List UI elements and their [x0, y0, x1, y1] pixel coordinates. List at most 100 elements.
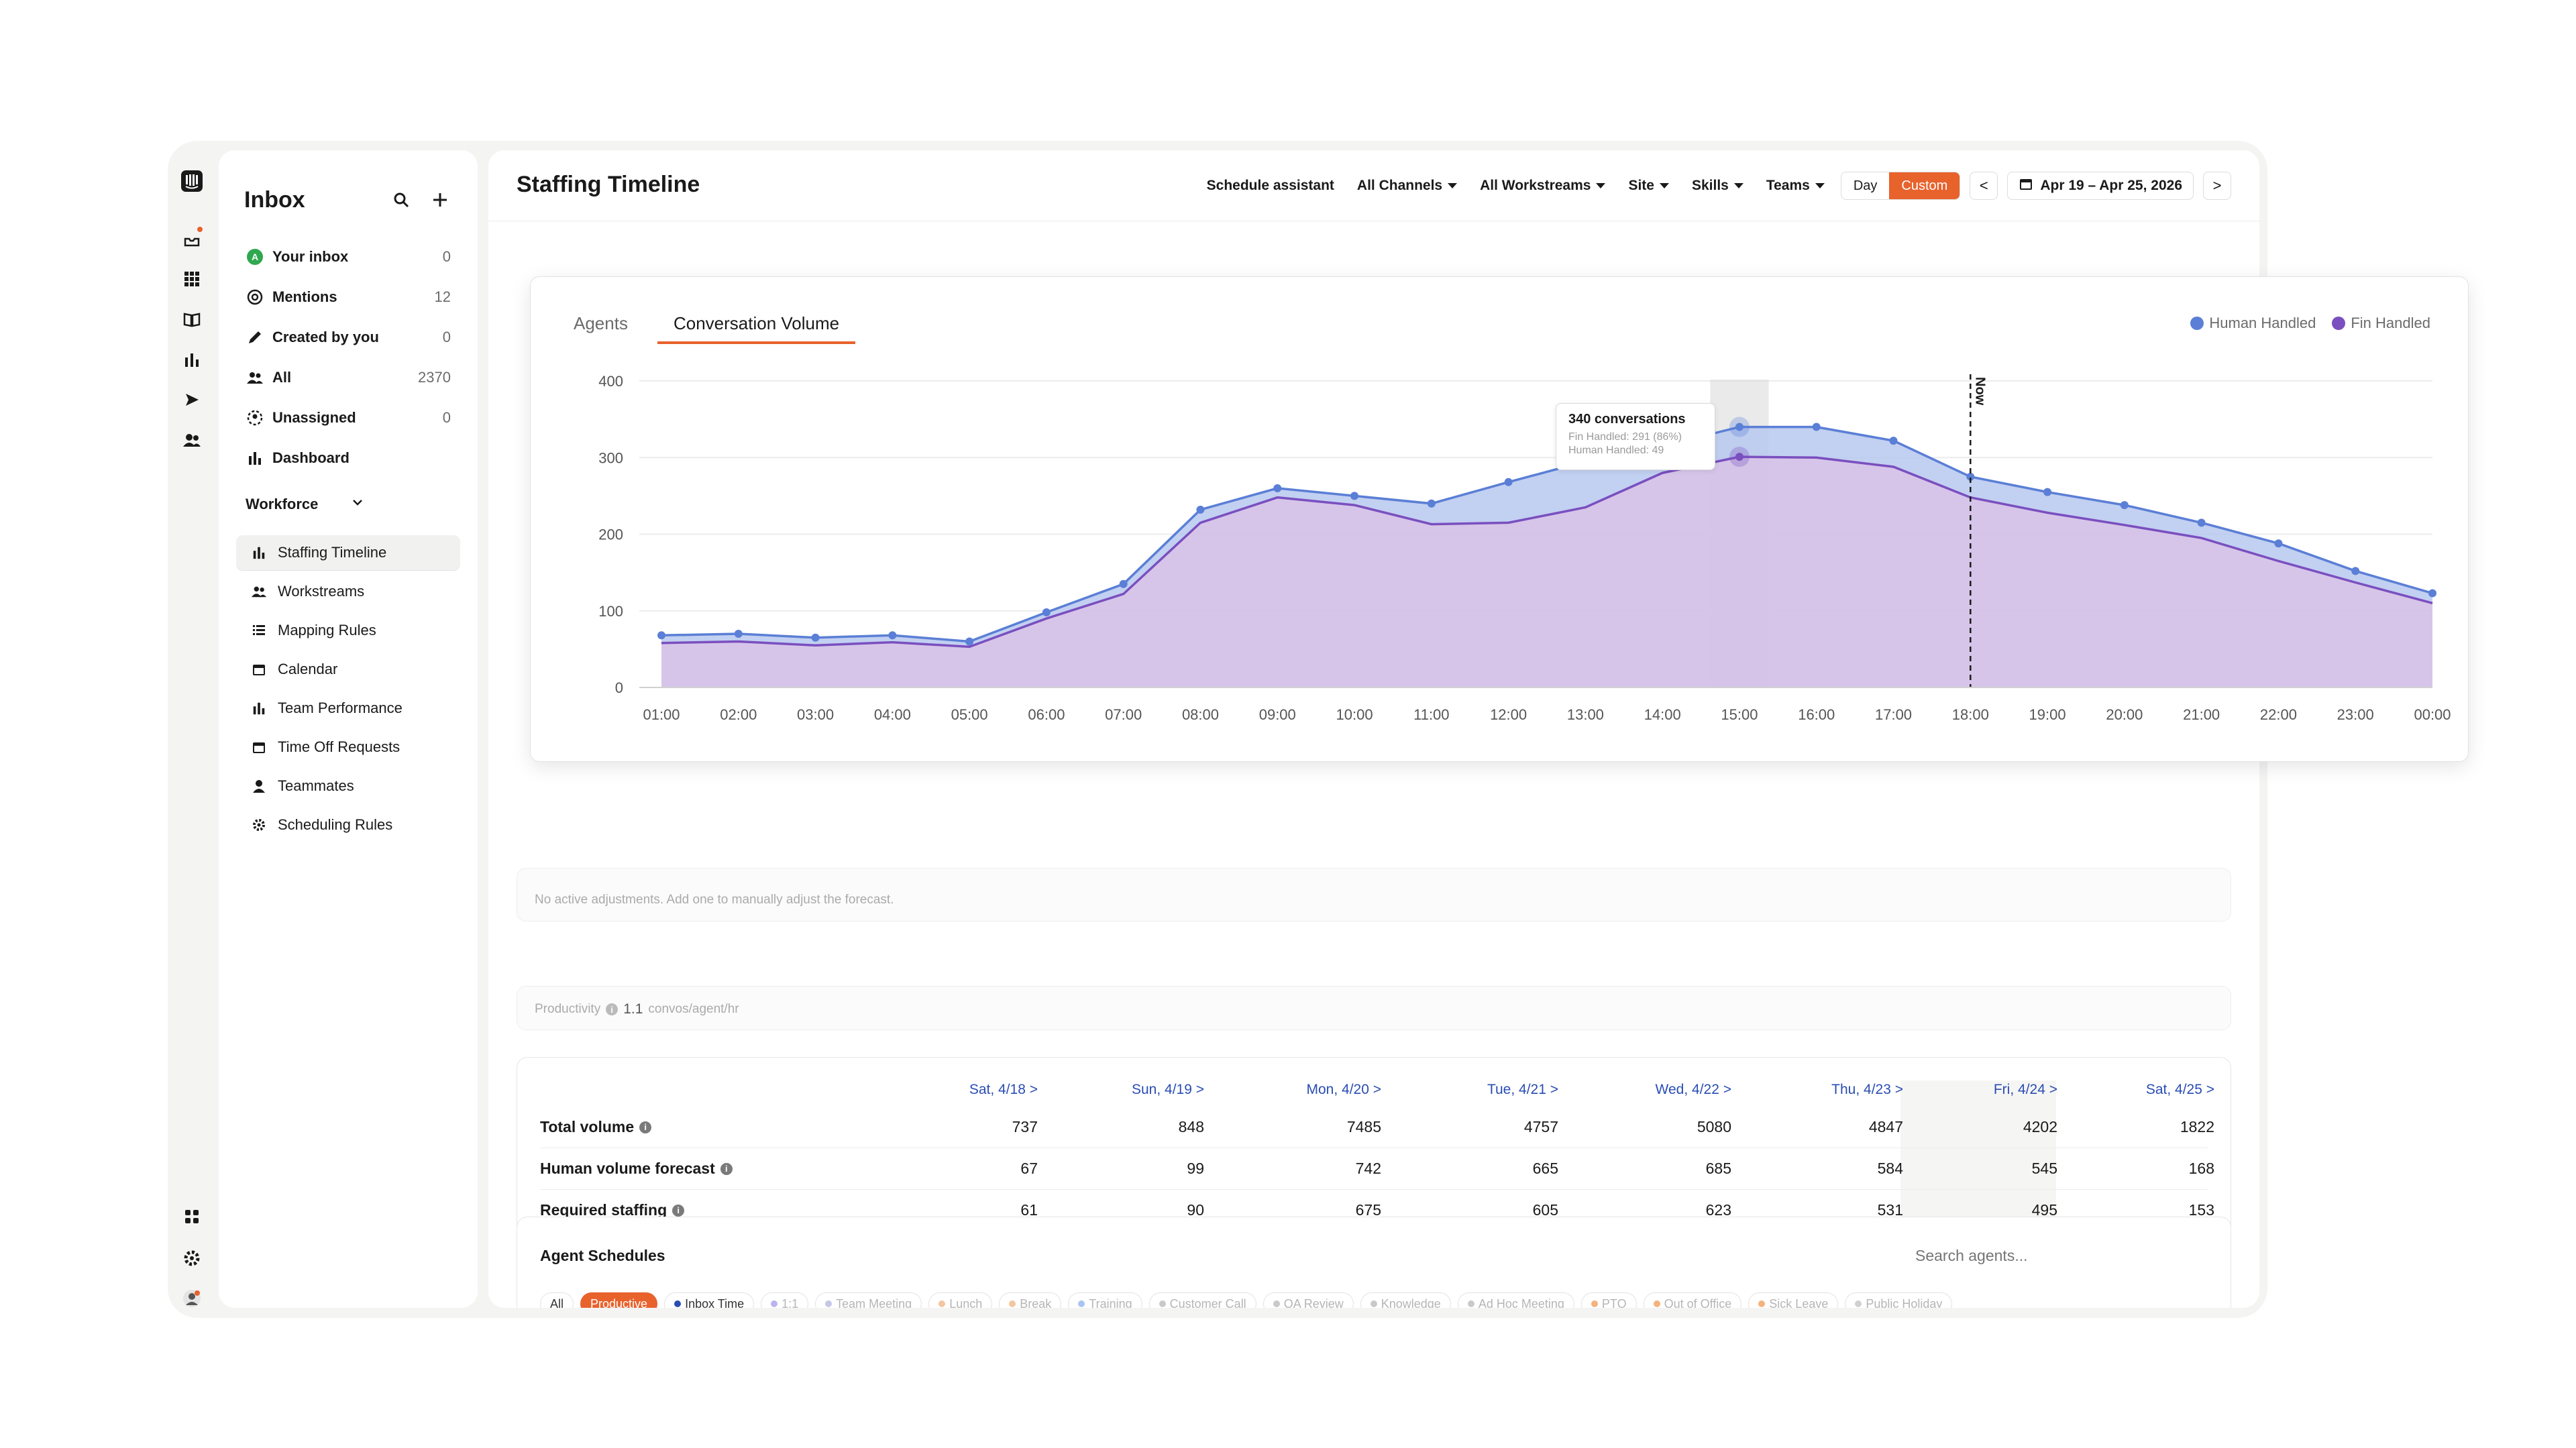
channels-filter[interactable]: All Channels	[1350, 171, 1464, 201]
human-point	[965, 637, 974, 646]
human-point	[1427, 499, 1436, 508]
row-label-text: Total volume	[540, 1118, 635, 1135]
column-header[interactable]: Sat, 4/18 >	[904, 1082, 1038, 1098]
filter-chip[interactable]: All	[540, 1292, 574, 1308]
filter-chip[interactable]: Sick Leave	[1748, 1292, 1839, 1308]
calendar-icon	[2019, 176, 2033, 195]
filter-chip[interactable]: PTO	[1580, 1292, 1637, 1308]
column-header[interactable]: Fri, 4/24 >	[1923, 1082, 2057, 1098]
productivity-unit: convos/agent/hr	[648, 1002, 739, 1016]
sidebar-item-teammates[interactable]: Teammates	[236, 769, 460, 803]
profile-avatar-icon[interactable]	[177, 1284, 207, 1313]
sidebar-item-calendar[interactable]: Calendar	[236, 652, 460, 687]
column-header[interactable]: Mon, 4/20 >	[1247, 1082, 1382, 1098]
sidebar-item-unassigned[interactable]: Unassigned 0	[236, 400, 460, 436]
inbox-icon[interactable]	[177, 224, 207, 254]
sidebar-item-count: 0	[442, 409, 451, 426]
filter-chip[interactable]: Ad Hoc Meeting	[1457, 1292, 1574, 1308]
sidebar-item-workstreams[interactable]: Workstreams	[236, 574, 460, 609]
site-filter[interactable]: Site	[1621, 171, 1676, 201]
sidebar-item-mentions[interactable]: Mentions 12	[236, 279, 460, 315]
contacts-icon[interactable]	[177, 425, 207, 455]
calendar-icon	[250, 660, 268, 679]
chip-dot	[1273, 1300, 1280, 1307]
x-tick-label: 06:00	[1028, 706, 1065, 723]
filter-chip[interactable]: QA Review	[1263, 1292, 1354, 1308]
human-point	[1350, 492, 1359, 500]
sidebar-item-label: Workstreams	[278, 583, 365, 600]
filter-chip[interactable]: Training	[1068, 1292, 1142, 1308]
sidebar-item-time-off-requests[interactable]: Time Off Requests	[236, 730, 460, 765]
logo-icon[interactable]	[177, 166, 207, 196]
apps-icon[interactable]	[177, 264, 207, 294]
info-icon[interactable]: i	[720, 1162, 733, 1175]
chip-label: Training	[1089, 1296, 1132, 1308]
filter-chip[interactable]: Out of Office	[1643, 1292, 1742, 1308]
next-range-button[interactable]: >	[2203, 172, 2231, 200]
date-range-picker[interactable]: Apr 19 – Apr 25, 2026	[2007, 172, 2194, 200]
filter-chip[interactable]: Break	[999, 1292, 1062, 1308]
notification-badge	[196, 225, 204, 233]
human-point	[657, 631, 665, 640]
send-icon[interactable]	[177, 385, 207, 414]
filter-chip[interactable]: Productive	[580, 1292, 658, 1308]
teams-filter[interactable]: Teams	[1760, 171, 1831, 201]
filter-chip[interactable]: Lunch	[928, 1292, 993, 1308]
filter-chip[interactable]: 1:1	[761, 1292, 809, 1308]
sidebar-item-team-performance[interactable]: Team Performance	[236, 691, 460, 726]
gear-icon	[250, 816, 268, 834]
x-tick-label: 08:00	[1182, 706, 1219, 723]
x-tick-label: 16:00	[1798, 706, 1835, 723]
column-header[interactable]: Tue, 4/21 >	[1424, 1082, 1558, 1098]
sidebar-item-label: Time Off Requests	[278, 738, 400, 755]
info-icon[interactable]: i	[672, 1204, 685, 1217]
filter-chip[interactable]: Public Holiday	[1845, 1292, 1953, 1308]
view-custom-button[interactable]: Custom	[1889, 172, 1960, 199]
sidebar-item-created-by-you[interactable]: Created by you 0	[236, 319, 460, 355]
human-point	[1196, 505, 1205, 514]
filter-chip[interactable]: Team Meeting	[815, 1292, 922, 1308]
reports-icon[interactable]	[177, 345, 207, 374]
search-icon[interactable]	[388, 186, 415, 213]
sidebar-item-mapping-rules[interactable]: Mapping Rules	[236, 613, 460, 648]
column-header[interactable]: Wed, 4/22 >	[1597, 1082, 1731, 1098]
search-agents-input[interactable]	[1915, 1247, 2076, 1265]
chip-label: Productive	[590, 1296, 648, 1308]
column-header[interactable]: Sun, 4/19 >	[1070, 1082, 1204, 1098]
conversation-volume-chart-card: Agents Conversation Volume Human Handled…	[530, 276, 2469, 762]
calendar-icon	[250, 738, 268, 757]
view-day-button[interactable]: Day	[1841, 172, 1890, 199]
caret-down-icon	[1659, 183, 1669, 188]
y-tick-label: 200	[598, 526, 623, 543]
workstreams-filter[interactable]: All Workstreams	[1473, 171, 1612, 201]
settings-icon[interactable]	[177, 1243, 207, 1273]
grid-icon[interactable]	[177, 1202, 207, 1231]
agent-schedules-panel: Agent Schedules All Productive Inbox Time 1…	[517, 1217, 2231, 1308]
view-toggle: Day Custom	[1840, 172, 1961, 200]
book-icon[interactable]	[177, 304, 207, 334]
column-header[interactable]: Thu, 4/23 >	[1769, 1082, 1903, 1098]
sidebar-item-scheduling-rules[interactable]: Scheduling Rules	[236, 807, 460, 842]
sidebar-item-all[interactable]: All 2370	[236, 359, 460, 396]
filter-chip[interactable]: Inbox Time	[664, 1292, 755, 1308]
filter-chip[interactable]: Customer Call	[1148, 1292, 1256, 1308]
add-icon[interactable]	[427, 186, 453, 213]
chip-label: Inbox Time	[685, 1296, 745, 1308]
sidebar-item-staffing-timeline[interactable]: Staffing Timeline	[236, 535, 460, 570]
prev-range-button[interactable]: <	[1970, 172, 1998, 200]
caret-down-icon	[1596, 183, 1606, 188]
section-label: Workforce	[246, 496, 319, 512]
chip-dot	[1653, 1300, 1660, 1307]
sidebar-item-dashboard[interactable]: Dashboard	[236, 440, 460, 476]
schedule-assistant-button[interactable]: Schedule assistant	[1200, 171, 1341, 201]
table-cell: 168	[2188, 1160, 2214, 1177]
column-header[interactable]: Sat, 4/25 >	[2080, 1082, 2214, 1098]
info-icon[interactable]: i	[639, 1121, 652, 1133]
chip-label: Public Holiday	[1866, 1296, 1943, 1308]
filter-chip[interactable]: Knowledge	[1360, 1292, 1451, 1308]
x-tick-label: 21:00	[2183, 706, 2220, 723]
sidebar-item-your-inbox[interactable]: A Your inbox 0	[236, 239, 460, 275]
workforce-section-header[interactable]: Workforce	[246, 491, 455, 518]
fin-point	[1735, 453, 1743, 461]
skills-filter[interactable]: Skills	[1685, 171, 1750, 201]
